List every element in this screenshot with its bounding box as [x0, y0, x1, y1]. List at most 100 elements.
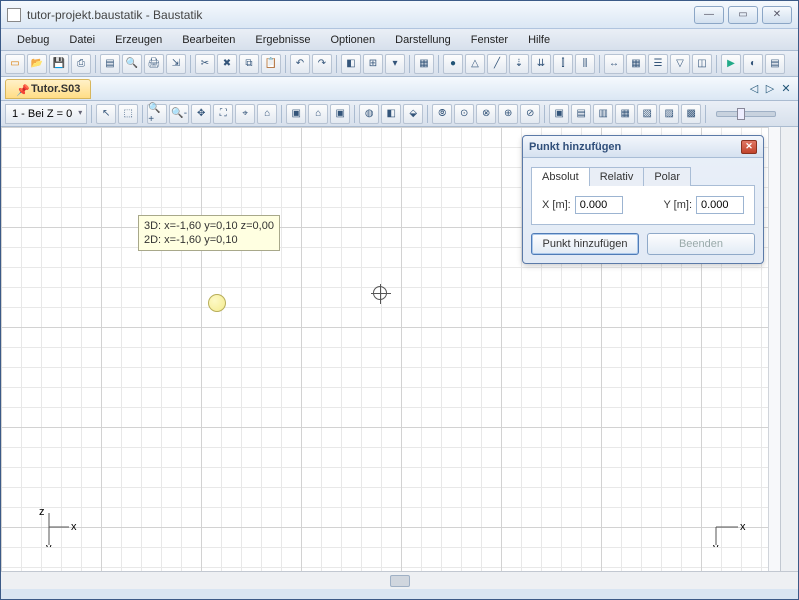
x-input[interactable] [575, 196, 623, 214]
render-3-icon[interactable]: ⬙ [403, 104, 423, 124]
layer-icon[interactable]: ▦ [414, 54, 434, 74]
support-icon[interactable]: △ [465, 54, 485, 74]
tab-absolut[interactable]: Absolut [531, 167, 590, 186]
disp-6-icon[interactable]: ▨ [659, 104, 679, 124]
results-icon[interactable]: ◐ [743, 54, 763, 74]
snap-3-icon[interactable]: ⊗ [476, 104, 496, 124]
disp-1-icon[interactable]: ▣ [549, 104, 569, 124]
filter-icon[interactable]: ▽ [670, 54, 690, 74]
snap-2-icon[interactable]: ⊙ [454, 104, 474, 124]
view-3-icon[interactable]: ▾ [385, 54, 405, 74]
tab-close-icon[interactable]: ✕ [780, 83, 792, 95]
grid-icon[interactable]: ▦ [626, 54, 646, 74]
tab-next-icon[interactable]: ▷ [764, 83, 776, 95]
axes-indicator-bl: x y z [37, 507, 77, 549]
load-1-icon[interactable]: ⇣ [509, 54, 529, 74]
window-title: tutor-projekt.baustatik - Baustatik [27, 8, 694, 22]
redo-icon[interactable]: ↷ [312, 54, 332, 74]
render-1-icon[interactable]: ◍ [359, 104, 379, 124]
document-tabbar: 📌 Tutor.S03 ◁ ▷ ✕ [1, 77, 798, 101]
beam-icon[interactable]: ╱ [487, 54, 507, 74]
dim-icon[interactable]: ↔ [604, 54, 624, 74]
svg-text:y: y [46, 542, 52, 547]
load-2-icon[interactable]: ⇊ [531, 54, 551, 74]
vertical-scrollbar[interactable] [780, 127, 798, 571]
render-2-icon[interactable]: ◧ [381, 104, 401, 124]
section-icon[interactable]: ◫ [692, 54, 712, 74]
horizontal-scrollbar[interactable] [1, 571, 798, 589]
menu-bearbeiten[interactable]: Bearbeiten [172, 31, 245, 49]
home-icon[interactable]: ⌂ [257, 104, 277, 124]
dialog-close-button[interactable]: ✕ [741, 140, 757, 154]
app-icon [7, 8, 21, 22]
delete-icon[interactable]: ✖ [217, 54, 237, 74]
y-input[interactable] [696, 196, 744, 214]
menu-erzeugen[interactable]: Erzeugen [105, 31, 172, 49]
snap-1-icon[interactable]: ⦾ [432, 104, 452, 124]
menu-darstellung[interactable]: Darstellung [385, 31, 461, 49]
zoom-page-icon[interactable]: 🔍 [122, 54, 142, 74]
menu-datei[interactable]: Datei [59, 31, 105, 49]
view-2-icon[interactable]: ⊞ [363, 54, 383, 74]
disp-3-icon[interactable]: ▥ [593, 104, 613, 124]
menu-ergebnisse[interactable]: Ergebnisse [245, 31, 320, 49]
pan-icon[interactable]: ✥ [191, 104, 211, 124]
save-icon[interactable]: 💾 [49, 54, 69, 74]
dialog-title: Punkt hinzufügen [529, 141, 621, 153]
cut-icon[interactable]: ✂ [195, 54, 215, 74]
load-4-icon[interactable]: ⫼ [575, 54, 595, 74]
load-3-icon[interactable]: ⫿ [553, 54, 573, 74]
origin-marker [373, 286, 387, 300]
dialog-titlebar[interactable]: Punkt hinzufügen ✕ [523, 136, 763, 158]
zoom-slider[interactable] [716, 111, 776, 117]
main-toolbar: ▭ 📂 💾 ⎙ ▤ 🔍 🖨 ⇲ ✂ ✖ ⧉ 📋 ↶ ↷ ◧ ⊞ ▾ ▦ ● △ … [1, 51, 798, 77]
tab-prev-icon[interactable]: ◁ [748, 83, 760, 95]
zoom-fit-icon[interactable]: ⛶ [213, 104, 233, 124]
layers-icon[interactable]: ☰ [648, 54, 668, 74]
maximize-button[interactable]: ▭ [728, 6, 758, 24]
open-icon[interactable]: 📂 [27, 54, 47, 74]
tooltip-line-2d: 2D: x=-1,60 y=0,10 [144, 233, 274, 247]
disp-4-icon[interactable]: ▦ [615, 104, 635, 124]
close-button[interactable]: ✕ [762, 6, 792, 24]
node-icon[interactable]: ● [443, 54, 463, 74]
tab-polar[interactable]: Polar [643, 167, 691, 186]
menu-debug[interactable]: Debug [7, 31, 59, 49]
paste-icon[interactable]: 📋 [261, 54, 281, 74]
disp-5-icon[interactable]: ▧ [637, 104, 657, 124]
tab-relativ[interactable]: Relativ [589, 167, 645, 186]
print-preview-icon[interactable]: ▤ [100, 54, 120, 74]
snap-4-icon[interactable]: ⊕ [498, 104, 518, 124]
undo-icon[interactable]: ↶ [290, 54, 310, 74]
view3d-3-icon[interactable]: ▣ [330, 104, 350, 124]
new-icon[interactable]: ▭ [5, 54, 25, 74]
menu-hilfe[interactable]: Hilfe [518, 31, 560, 49]
export-icon[interactable]: ⇲ [166, 54, 186, 74]
add-point-button[interactable]: Punkt hinzufügen [531, 233, 639, 255]
disp-7-icon[interactable]: ▩ [681, 104, 701, 124]
menu-fenster[interactable]: Fenster [461, 31, 518, 49]
point-marker[interactable] [208, 294, 226, 312]
view-1-icon[interactable]: ◧ [341, 54, 361, 74]
zoom-in-icon[interactable]: 🔍+ [147, 104, 167, 124]
end-button[interactable]: Beenden [647, 233, 755, 255]
view3d-1-icon[interactable]: ▣ [286, 104, 306, 124]
zoom-sel-icon[interactable]: ⌖ [235, 104, 255, 124]
snap-5-icon[interactable]: ⊘ [520, 104, 540, 124]
print-icon[interactable]: 🖨 [144, 54, 164, 74]
zoom-window-icon[interactable]: ⬚ [118, 104, 138, 124]
pointer-icon[interactable]: ↖ [96, 104, 116, 124]
tab-label: Tutor.S03 [31, 83, 80, 95]
plane-dropdown[interactable]: 1 - Bei Z = 0 [5, 104, 87, 124]
zoom-out-icon[interactable]: 🔍- [169, 104, 189, 124]
minimize-button[interactable]: — [694, 6, 724, 24]
disp-2-icon[interactable]: ▤ [571, 104, 591, 124]
report-icon[interactable]: ▤ [765, 54, 785, 74]
calc-icon[interactable]: ▶ [721, 54, 741, 74]
tab-tutor-s03[interactable]: 📌 Tutor.S03 [5, 79, 91, 99]
view3d-2-icon[interactable]: ⌂ [308, 104, 328, 124]
menu-optionen[interactable]: Optionen [320, 31, 385, 49]
canvas[interactable]: 3D: x=-1,60 y=0,10 z=0,00 2D: x=-1,60 y=… [1, 127, 798, 589]
save-all-icon[interactable]: ⎙ [71, 54, 91, 74]
copy-icon[interactable]: ⧉ [239, 54, 259, 74]
